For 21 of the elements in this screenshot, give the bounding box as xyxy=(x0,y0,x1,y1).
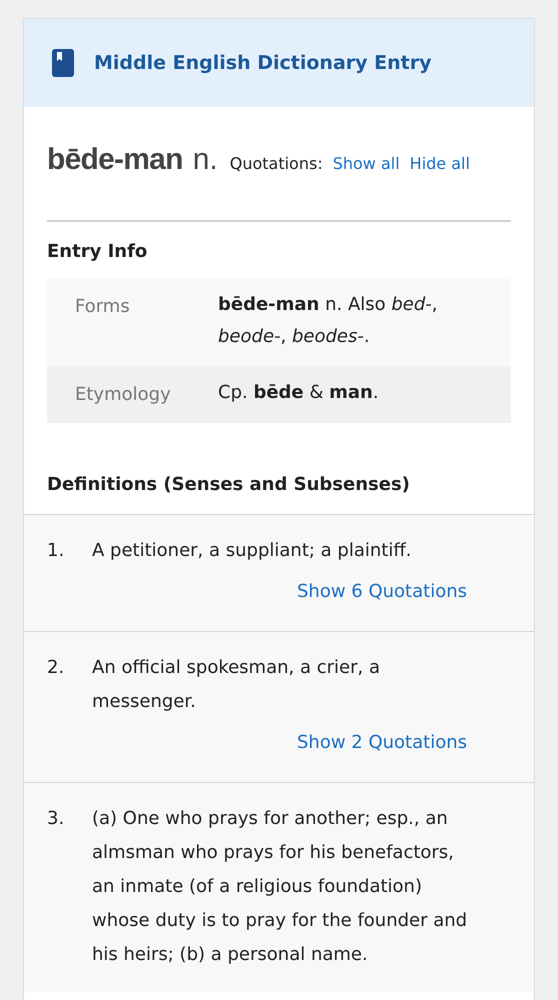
sense-text: An official spokesman, a crier, a messenger. xyxy=(92,656,381,714)
show-quotations-link[interactable]: Show 2 Quotations xyxy=(297,729,467,756)
sense-text: (a) One who prays for another; esp., an almsman who prays for his benefactors, an inmate (of a religious foundation) whose duty is to pray for the founder and his heirs; (b) a personal name. xyxy=(92,807,468,967)
section-heading: Entry Info xyxy=(47,240,148,264)
info-value: Cp. bēde & man. xyxy=(218,381,379,405)
quotations-label: Quotations: xyxy=(230,153,323,175)
info-label: Etymology xyxy=(75,383,172,407)
book-icon xyxy=(52,49,74,77)
sense-text: A petitioner, a suppliant; a plaintiff. xyxy=(92,539,412,563)
headword: bēde-man xyxy=(47,142,183,178)
section-heading: Definitions (Senses and Subsenses) xyxy=(47,473,411,497)
quotations-link[interactable]: Hide all xyxy=(410,152,470,176)
info-label: Forms xyxy=(75,295,131,319)
info-value: bēde-man n. Also bed-, beode-, beodes-. xyxy=(218,293,439,349)
quotations-link[interactable]: Show all xyxy=(332,152,400,176)
header-title: Middle English Dictionary Entry xyxy=(94,50,432,76)
sense-number: 3. xyxy=(47,807,66,831)
sense-number: 2. xyxy=(47,656,66,680)
sense-number: 1. xyxy=(47,539,66,563)
part-of-speech: n. xyxy=(192,142,218,178)
show-quotations-link[interactable]: Show 6 Quotations xyxy=(297,578,467,605)
